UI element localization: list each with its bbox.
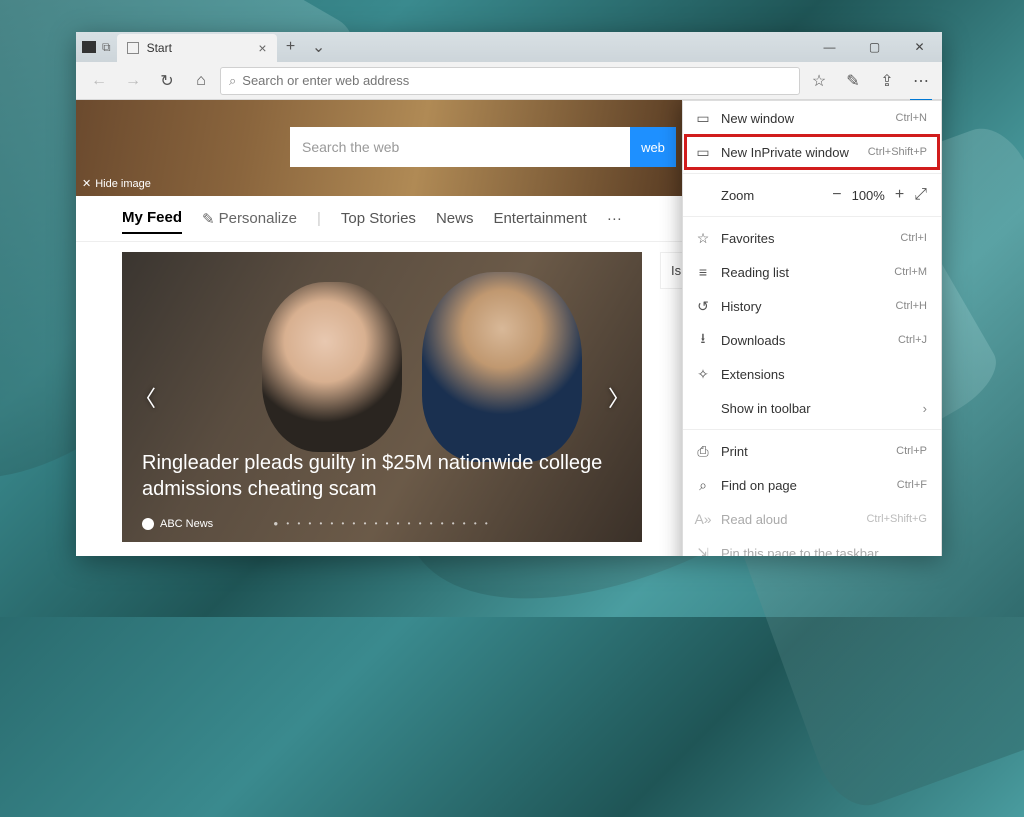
forward-button[interactable]: → (118, 66, 148, 96)
menu-zoom: Zoom − 100% + ⤢ (683, 178, 941, 212)
fullscreen-button[interactable]: ⤢ (914, 186, 927, 204)
share-button[interactable]: ⇪ (872, 66, 902, 96)
home-button[interactable]: ⌂ (186, 66, 216, 96)
menu-find-on-page[interactable]: ⌕ Find on page Ctrl+F (683, 468, 941, 502)
titlebar: ⧉ Start × + ⌄ — ▢ ✕ (76, 32, 942, 62)
page-icon (127, 42, 139, 54)
nav-more[interactable]: ··· (607, 204, 622, 233)
hero-search-placeholder: Search the web (302, 139, 399, 155)
print-icon: ⎙ (695, 443, 711, 460)
toolbar: ← → ↻ ⌂ ⌕ ☆ ✎ ⇪ ⋯ (76, 62, 942, 100)
list-icon: ≡ (695, 264, 711, 280)
back-button[interactable]: ← (84, 66, 114, 96)
menu-extensions[interactable]: ✧ Extensions (683, 357, 941, 391)
app-icon (82, 41, 96, 53)
content-area: Search the web web ✕ Hide image My Feed … (76, 100, 942, 556)
tab-start[interactable]: Start × (117, 34, 277, 62)
extensions-icon: ✧ (695, 366, 711, 383)
nav-personalize[interactable]: ✎ Personalize (202, 210, 297, 228)
close-window-button[interactable]: ✕ (897, 32, 942, 62)
hide-image-button[interactable]: ✕ Hide image (82, 177, 151, 190)
chevron-right-icon: › (923, 401, 927, 416)
menu-new-window[interactable]: ▭ New window Ctrl+N (683, 101, 941, 135)
menu-history[interactable]: ↺ History Ctrl+H (683, 289, 941, 323)
settings-menu-button[interactable]: ⋯ (906, 66, 936, 96)
history-icon: ↺ (695, 298, 711, 315)
person-photo (262, 282, 402, 452)
settings-dropdown-menu: ▭ New window Ctrl+N ▭ New InPrivate wind… (682, 100, 942, 556)
headline-source: ABC News (142, 518, 213, 530)
nav-top-stories[interactable]: Top Stories (341, 204, 416, 233)
menu-show-in-toolbar[interactable]: Show in toolbar › (683, 391, 941, 425)
notes-button[interactable]: ✎ (838, 66, 868, 96)
address-input[interactable] (242, 73, 791, 88)
pin-icon: ⇲ (695, 545, 711, 557)
star-icon: ☆ (695, 230, 711, 247)
menu-new-inprivate[interactable]: ▭ New InPrivate window Ctrl+Shift+P (683, 135, 941, 169)
nav-myfeed[interactable]: My Feed (122, 203, 182, 234)
pencil-icon: ✎ (202, 210, 215, 228)
carousel-next-button[interactable]: 〉 (608, 381, 630, 413)
maximize-button[interactable]: ▢ (852, 32, 897, 62)
refresh-button[interactable]: ↻ (152, 66, 182, 96)
window-icon: ▭ (695, 110, 711, 127)
headline-card[interactable]: 〈 〉 Ringleader pleads guilty in $25M nat… (122, 252, 642, 542)
tab-actions-dropdown[interactable]: ⌄ (305, 32, 333, 62)
hero-search-box[interactable]: Search the web (290, 127, 630, 167)
menu-read-aloud: A» Read aloud Ctrl+Shift+G (683, 502, 941, 536)
search-icon: ⌕ (229, 73, 236, 89)
browser-window: ⧉ Start × + ⌄ — ▢ ✕ ← → ↻ ⌂ ⌕ ☆ ✎ ⇪ ⋯ (76, 32, 942, 556)
nav-news[interactable]: News (436, 204, 474, 233)
search-icon: ⌕ (695, 477, 711, 494)
address-bar[interactable]: ⌕ (220, 67, 800, 95)
new-tab-button[interactable]: + (277, 32, 305, 62)
minimize-button[interactable]: — (807, 32, 852, 62)
favorite-button[interactable]: ☆ (804, 66, 834, 96)
audio-icon: A» (695, 511, 711, 527)
menu-reading-list[interactable]: ≡ Reading list Ctrl+M (683, 255, 941, 289)
zoom-out-button[interactable]: − (832, 186, 841, 204)
menu-pin-taskbar: ⇲ Pin this page to the taskbar (683, 536, 941, 556)
download-icon: ⭳ (695, 328, 711, 352)
carousel-prev-button[interactable]: 〈 (134, 381, 156, 413)
menu-favorites[interactable]: ☆ Favorites Ctrl+I (683, 221, 941, 255)
close-tab-icon[interactable]: × (258, 40, 266, 56)
close-icon: ✕ (82, 177, 91, 190)
menu-downloads[interactable]: ⭳ Downloads Ctrl+J (683, 323, 941, 357)
tab-title: Start (147, 41, 172, 55)
carousel-dots[interactable]: ● • • • • • • • • • • • • • • • • • • • (273, 519, 490, 528)
person-photo (422, 272, 582, 462)
headline-text: Ringleader pleads guilty in $25M nationw… (142, 450, 622, 502)
hero-search-button[interactable]: web (630, 127, 676, 167)
nav-entertainment[interactable]: Entertainment (493, 204, 586, 233)
zoom-level: 100% (852, 188, 885, 203)
inprivate-icon: ▭ (695, 144, 711, 161)
menu-print[interactable]: ⎙ Print Ctrl+P (683, 434, 941, 468)
source-logo-icon (142, 518, 154, 530)
tab-preview-icon[interactable]: ⧉ (102, 40, 111, 55)
zoom-in-button[interactable]: + (895, 186, 904, 204)
